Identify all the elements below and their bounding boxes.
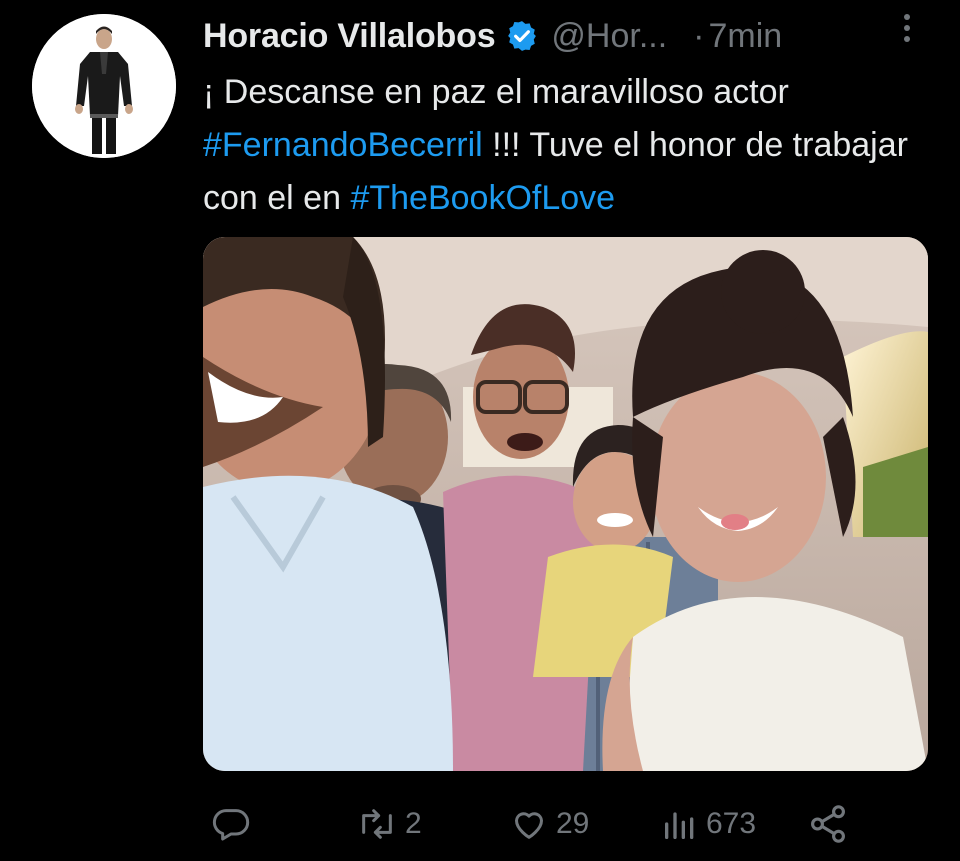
tweet-header: Horacio Villalobos @Hor... · 7min	[203, 12, 923, 60]
share-icon	[807, 803, 849, 845]
separator-dot: ·	[693, 16, 705, 55]
retweet-button[interactable]: 2	[355, 800, 422, 848]
more-options-icon[interactable]	[892, 8, 922, 48]
author-name[interactable]: Horacio Villalobos	[203, 17, 496, 56]
like-button[interactable]: 29	[508, 800, 589, 848]
tweet-photo[interactable]	[203, 237, 928, 771]
views-count: 673	[706, 807, 757, 840]
hashtag-link[interactable]: #FernandoBecerril	[203, 126, 483, 164]
reply-button[interactable]	[211, 800, 257, 848]
retweet-icon	[355, 804, 399, 844]
verified-badge-icon	[505, 19, 539, 53]
tweet-text-part: ¡ Descanse en paz el maravilloso actor	[203, 73, 789, 111]
heart-icon	[508, 804, 550, 844]
author-handle[interactable]: @Hor...	[551, 17, 667, 56]
tweet-timestamp[interactable]: 7min	[709, 17, 783, 56]
avatar-image	[32, 14, 176, 158]
views-icon	[660, 804, 700, 844]
hashtag-link[interactable]: #TheBookOfLove	[350, 179, 615, 217]
tweet-text: ¡ Descanse en paz el maravilloso actor #…	[203, 66, 923, 225]
like-count: 29	[556, 807, 590, 840]
reply-icon	[211, 804, 251, 844]
tweet-action-bar: 2 29 673	[203, 800, 923, 848]
share-button[interactable]	[807, 800, 849, 848]
views-button[interactable]: 673	[660, 800, 756, 848]
author-avatar[interactable]	[32, 14, 176, 158]
selfie-photo-image	[203, 237, 928, 771]
retweet-count: 2	[405, 807, 422, 840]
